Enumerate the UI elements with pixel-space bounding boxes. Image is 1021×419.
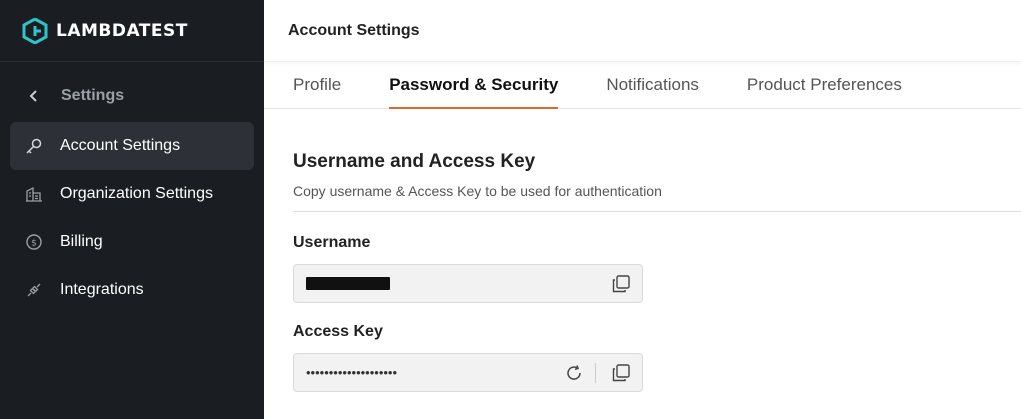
sidebar-item-integrations[interactable]: Integrations — [10, 266, 254, 314]
username-field[interactable] — [293, 264, 643, 303]
sidebar-item-label: Account Settings — [60, 137, 181, 154]
copy-username-button[interactable] — [610, 273, 632, 295]
tab-product-preferences[interactable]: Product Preferences — [747, 61, 902, 108]
lambdatest-logo-icon — [22, 17, 48, 44]
sidebar-item-label: Billing — [60, 233, 103, 250]
svg-text:$: $ — [31, 239, 37, 249]
settings-tabs: Profile Password & Security Notification… — [264, 62, 1021, 109]
brand-logo[interactable]: LAMBDATEST — [0, 0, 264, 62]
app-root: LAMBDATEST Settings Account Settings Org… — [0, 0, 1021, 419]
sidebar-item-account-settings[interactable]: Account Settings — [10, 122, 254, 170]
main-content: Account Settings Profile Password & Secu… — [264, 0, 1021, 419]
copy-icon — [612, 363, 630, 381]
settings-back-label: Settings — [61, 87, 125, 104]
settings-back-link[interactable]: Settings — [0, 80, 264, 112]
field-separator — [595, 362, 596, 383]
section-subtitle: Copy username & Access Key to be used fo… — [293, 183, 662, 199]
section-divider — [293, 211, 1021, 212]
credentials-section: Username and Access Key Copy username & … — [264, 151, 1021, 199]
sidebar-item-label: Organization Settings — [60, 185, 213, 202]
chevron-left-icon — [29, 90, 37, 102]
tab-notifications[interactable]: Notifications — [606, 61, 699, 108]
sidebar-item-label: Integrations — [60, 281, 144, 298]
copy-icon — [612, 274, 630, 292]
key-icon — [24, 136, 44, 156]
username-group: Username Access Key •••••••••••••••••••• — [264, 234, 1021, 392]
refresh-icon — [567, 364, 581, 380]
redacted-username — [306, 277, 390, 290]
tab-profile[interactable]: Profile — [293, 61, 341, 108]
access-key-label: Access Key — [293, 323, 383, 340]
sidebar-item-organization-settings[interactable]: Organization Settings — [10, 170, 254, 218]
tab-password-security[interactable]: Password & Security — [389, 61, 559, 109]
brand-name: LAMBDATEST — [56, 20, 188, 41]
dollar-circle-icon: $ — [24, 232, 44, 252]
section-title: Username and Access Key — [293, 151, 536, 172]
sidebar: LAMBDATEST Settings Account Settings Org… — [0, 0, 264, 419]
username-value — [306, 277, 610, 290]
sidebar-nav: Account Settings Organization Settings $… — [0, 122, 264, 314]
building-icon — [24, 184, 44, 204]
copy-access-key-button[interactable] — [610, 362, 632, 384]
plug-icon — [24, 280, 44, 300]
access-key-value: •••••••••••••••••••• — [306, 365, 398, 380]
access-key-field[interactable]: •••••••••••••••••••• — [293, 353, 643, 392]
sidebar-item-billing[interactable]: $ Billing — [10, 218, 254, 266]
page-title: Account Settings — [264, 0, 1021, 62]
regenerate-access-key-button[interactable] — [563, 362, 585, 384]
username-label: Username — [293, 234, 371, 251]
